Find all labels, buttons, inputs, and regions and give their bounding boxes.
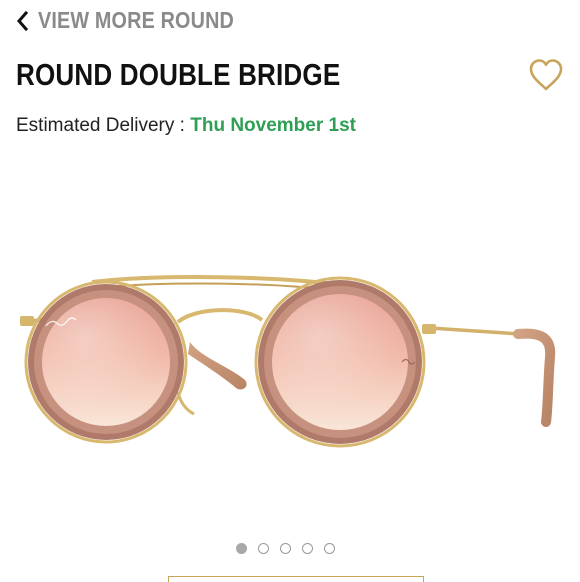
heart-icon[interactable]: [528, 58, 564, 92]
product-title: ROUND DOUBLE BRIDGE: [16, 57, 341, 92]
product-image[interactable]: [0, 262, 580, 482]
image-carousel-dots: [236, 543, 335, 554]
back-to-round-link[interactable]: VIEW MORE ROUND: [16, 7, 266, 34]
chevron-left-icon: [17, 10, 29, 31]
carousel-dot-5[interactable]: [324, 543, 335, 554]
bottom-button-edge[interactable]: [168, 576, 424, 582]
sunglasses-icon: [20, 275, 556, 448]
carousel-dot-4[interactable]: [302, 543, 313, 554]
delivery-date: Thu November 1st: [190, 115, 356, 136]
back-link-label: VIEW MORE ROUND: [38, 7, 234, 33]
carousel-dot-2[interactable]: [258, 543, 269, 554]
carousel-dot-3[interactable]: [280, 543, 291, 554]
estimated-delivery: Estimated Delivery : Thu November 1st: [16, 115, 356, 137]
delivery-label: Estimated Delivery :: [16, 115, 191, 136]
carousel-dot-1[interactable]: [236, 543, 247, 554]
